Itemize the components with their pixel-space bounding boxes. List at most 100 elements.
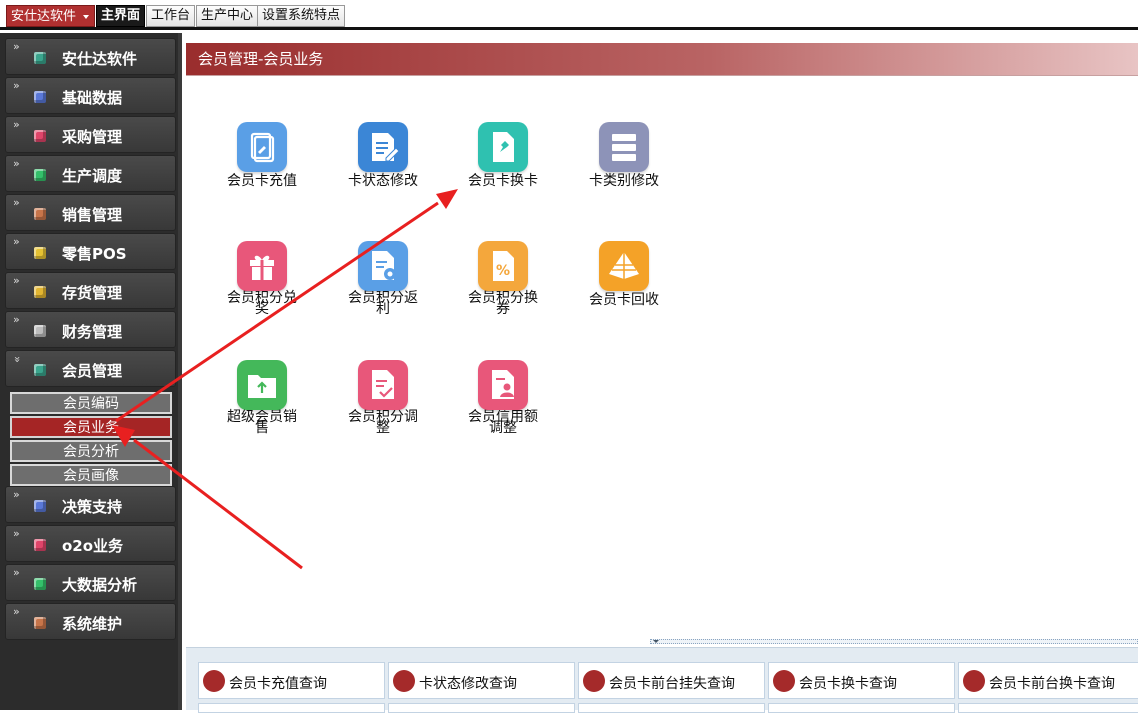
chevron-right-icon: »	[13, 527, 20, 540]
handshake-icon	[203, 670, 225, 692]
pin-document-icon	[478, 122, 528, 172]
cube-icon	[34, 364, 46, 376]
query-row-partial[interactable]	[198, 703, 385, 713]
query-row-partial[interactable]	[768, 703, 955, 713]
sidebar-item-member[interactable]: » 会员管理	[5, 350, 176, 387]
tile-points-coupon[interactable]: % 会员积分换券	[455, 241, 551, 317]
sidebar-item-retail-pos[interactable]: » 零售POS	[5, 233, 176, 270]
query-row-partial[interactable]	[958, 703, 1138, 713]
query-row-partial[interactable]	[388, 703, 575, 713]
query-label: 会员卡前台挂失查询	[609, 676, 735, 692]
sidebar: » 安仕达软件 » 基础数据 » 采购管理 » 生产调度 » 销售管理 » 零售…	[0, 33, 182, 710]
chevron-right-icon: »	[13, 118, 20, 131]
tile-label: 会员信用额调整	[468, 409, 538, 436]
person-document-icon	[478, 360, 528, 410]
chevron-right-icon: »	[13, 274, 20, 287]
sidebar-item-decision[interactable]: » 决策支持	[5, 486, 176, 523]
cube-icon	[34, 500, 46, 512]
cube-icon	[34, 325, 46, 337]
main-panel: 会员管理-会员业务 会员卡充值 卡状态修改 会员卡换卡 卡类别修改 会员积分兑奖	[186, 33, 1138, 713]
tile-label: 会员积分兑奖	[227, 290, 297, 317]
subnav-member-business[interactable]: 会员业务	[10, 416, 172, 438]
tile-card-status-edit[interactable]: 卡状态修改	[335, 122, 431, 188]
sidebar-item-inventory[interactable]: » 存货管理	[5, 272, 176, 309]
server-list-icon	[599, 122, 649, 172]
cube-icon	[34, 247, 46, 259]
svg-text:%: %	[496, 263, 510, 279]
sidebar-item-label: 零售POS	[62, 245, 127, 263]
subnav-member-code[interactable]: 会员编码	[10, 392, 172, 414]
tile-card-recycle[interactable]: 会员卡回收	[576, 241, 672, 307]
sidebar-item-sales[interactable]: » 销售管理	[5, 194, 176, 231]
sidebar-item-system[interactable]: » 系统维护	[5, 603, 176, 640]
tile-credit-adjust[interactable]: 会员信用额调整	[455, 360, 551, 436]
sidebar-item-label: 生产调度	[62, 167, 123, 185]
tab-workbench[interactable]: 工作台	[146, 5, 196, 27]
query-label: 会员卡充值查询	[229, 676, 327, 692]
tile-card-exchange[interactable]: 会员卡换卡	[455, 122, 551, 188]
cube-icon	[34, 52, 46, 64]
chevron-right-icon: »	[13, 313, 20, 326]
query-card-exchange-button[interactable]: 会员卡换卡查询	[768, 662, 955, 699]
query-card-loss-button[interactable]: 会员卡前台挂失查询	[578, 662, 765, 699]
tile-points-adjust[interactable]: 会员积分调整	[335, 360, 431, 435]
sidebar-item-o2o[interactable]: » o2o业务	[5, 525, 176, 562]
tile-label: 卡状态修改	[348, 173, 418, 189]
sidebar-item-label: 大数据分析	[62, 576, 138, 594]
chevron-right-icon: »	[13, 157, 20, 170]
chevron-right-icon: »	[13, 79, 20, 92]
query-card-recharge-button[interactable]: 会员卡充值查询	[198, 662, 385, 699]
tab-system-settings[interactable]: 设置系统特点	[257, 5, 346, 27]
cube-icon	[34, 286, 46, 298]
sidebar-item-anshida[interactable]: » 安仕达软件	[5, 38, 176, 75]
cube-icon	[34, 617, 46, 629]
query-row-partial[interactable]	[578, 703, 765, 713]
sidebar-item-basic-data[interactable]: » 基础数据	[5, 77, 176, 114]
percent-coupon-icon: %	[478, 241, 528, 291]
document-gear-icon	[358, 241, 408, 291]
cube-icon	[34, 539, 46, 551]
sidebar-item-label: o2o业务	[62, 537, 124, 555]
folder-upload-icon	[237, 360, 287, 410]
sidebar-item-label: 安仕达软件	[62, 50, 138, 68]
cube-icon	[34, 91, 46, 103]
sidebar-item-label: 存货管理	[62, 284, 123, 302]
gift-icon	[237, 241, 287, 291]
tile-card-type-edit[interactable]: 卡类别修改	[576, 122, 672, 188]
cube-icon	[34, 578, 46, 590]
tile-card-recharge[interactable]: 会员卡充值	[214, 122, 310, 188]
sidebar-item-label: 会员管理	[62, 362, 123, 380]
tile-super-member-sales[interactable]: 超级会员销售	[214, 360, 310, 436]
tile-label: 会员积分换券	[468, 290, 538, 317]
query-label: 卡状态修改查询	[419, 676, 517, 692]
tile-points-redeem[interactable]: 会员积分兑奖	[214, 241, 310, 317]
subnav-member-profile[interactable]: 会员画像	[10, 464, 172, 486]
triangle-down-icon	[653, 640, 659, 643]
tab-production-center[interactable]: 生产中心	[196, 5, 259, 27]
query-front-exchange-button[interactable]: 会员卡前台换卡查询	[958, 662, 1138, 699]
sidebar-item-big-data[interactable]: » 大数据分析	[5, 564, 176, 601]
query-label: 会员卡换卡查询	[799, 676, 897, 692]
sidebar-item-label: 基础数据	[62, 89, 123, 107]
pie-chart-icon	[773, 670, 795, 692]
tile-label: 超级会员销售	[227, 409, 297, 436]
tile-label: 卡类别修改	[589, 173, 659, 189]
query-card-status-button[interactable]: 卡状态修改查询	[388, 662, 575, 699]
divider	[186, 75, 1138, 76]
tile-points-rebate[interactable]: 会员积分返利	[335, 241, 431, 316]
top-bar: 安仕达软件 主界面 工作台 生产中心 设置系统特点	[0, 0, 1138, 30]
chevron-right-icon: »	[13, 196, 20, 209]
sidebar-item-purchase[interactable]: » 采购管理	[5, 116, 176, 153]
network-icon	[963, 670, 985, 692]
layers-icon	[393, 670, 415, 692]
subnav-member-analysis[interactable]: 会员分析	[10, 440, 172, 462]
splitter-handle[interactable]	[650, 639, 1138, 644]
chevron-down-icon: »	[10, 356, 24, 361]
brand-menu-button[interactable]: 安仕达软件	[6, 5, 96, 27]
sidebar-item-production[interactable]: » 生产调度	[5, 155, 176, 192]
tab-main[interactable]: 主界面	[96, 5, 146, 27]
caret-down-icon	[83, 15, 90, 19]
sidebar-item-finance[interactable]: » 财务管理	[5, 311, 176, 348]
cube-icon	[34, 130, 46, 142]
sidebar-item-label: 采购管理	[62, 128, 123, 146]
